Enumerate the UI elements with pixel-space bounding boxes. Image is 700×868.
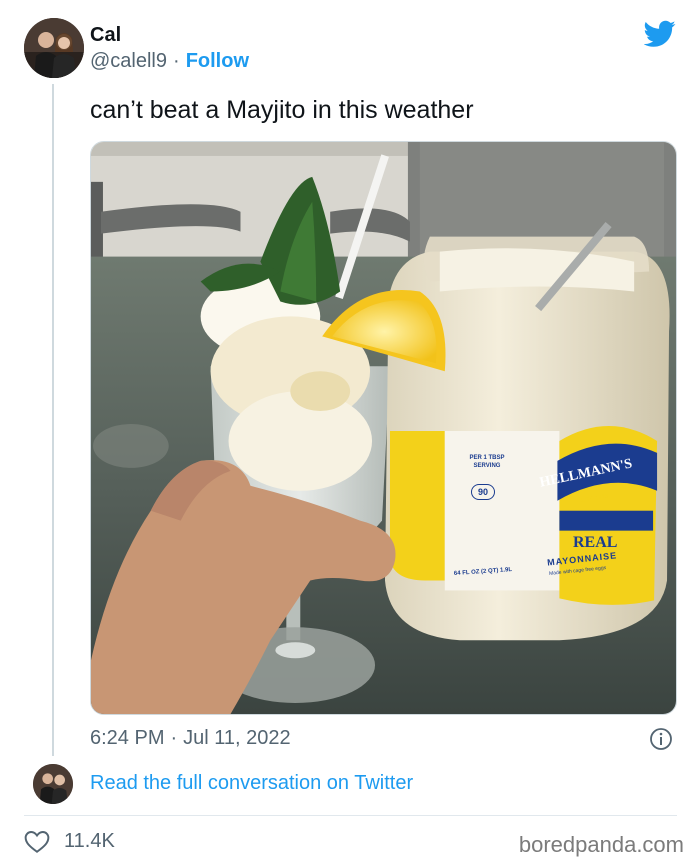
read-conversation-link[interactable]: Read the full conversation on Twitter (90, 772, 413, 795)
heart-icon[interactable] (24, 830, 50, 854)
tweet-timestamp[interactable]: 6:24 PM · Jul 11, 2022 (90, 727, 291, 750)
twitter-bird-icon[interactable] (644, 20, 676, 48)
avatar[interactable] (24, 18, 84, 78)
watermark: boredpanda.com (518, 832, 684, 857)
tweet-text: can’t beat a Mayjito in this weather (90, 96, 474, 124)
reply-avatar[interactable] (33, 764, 73, 804)
info-icon[interactable] (649, 727, 673, 751)
user-handle[interactable]: @calell9 (90, 50, 167, 72)
jar-calories-label: 90 (471, 484, 495, 500)
tweet-time: 6:24 PM (90, 727, 165, 749)
tweet-photo[interactable]: HELLMANN'S EST. 1913 REAL MAYONNAISE Mad… (90, 141, 677, 715)
meta-separator: · (170, 727, 178, 749)
tweet-date: Jul 11, 2022 (183, 727, 291, 749)
photo-scene (91, 142, 676, 714)
follow-button[interactable]: Follow (186, 50, 249, 72)
handle-row: @calell9 · Follow (90, 50, 249, 73)
thread-line (52, 84, 54, 756)
divider (24, 815, 677, 816)
user-name[interactable]: Cal (90, 24, 121, 47)
like-count: 11.4K (64, 830, 115, 852)
avatar-photo (24, 18, 84, 78)
reply-avatar-photo (33, 764, 73, 804)
handle-separator: · (173, 50, 180, 72)
jar-nutrition-header: PER 1 TBSP SERVING (469, 455, 505, 469)
jar-real-label: REAL (573, 534, 618, 551)
